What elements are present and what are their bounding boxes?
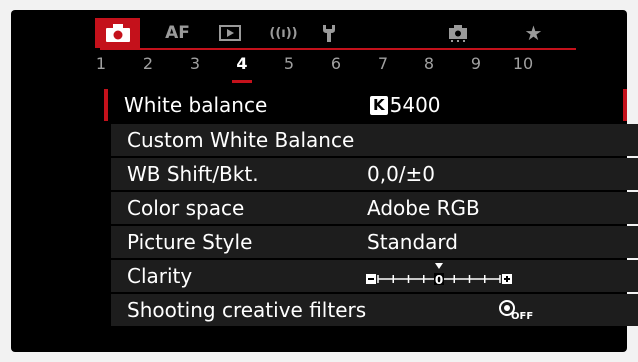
wireless-icon: ((ı)) <box>269 25 298 41</box>
menu-item-white-balance[interactable]: White balance K 5400 <box>104 89 627 121</box>
menu-item-value: Standard <box>367 230 458 254</box>
tab-playback[interactable] <box>207 18 252 48</box>
clarity-value-marker <box>435 263 443 269</box>
clarity-minus-glyph <box>368 278 374 280</box>
menu-item-label: Shooting creative filters <box>127 298 367 322</box>
page-number[interactable]: 1 <box>91 54 111 73</box>
creative-filter-off-icon: OFF <box>499 300 533 321</box>
menu-item-label: WB Shift/Bkt. <box>127 162 259 186</box>
tab-wireless[interactable]: ((ı)) <box>261 18 306 48</box>
menu-item-wb-shift[interactable]: WB Shift/Bkt. 0,0/±0 <box>104 158 638 190</box>
tab-my-menu[interactable]: ★ <box>511 18 556 48</box>
tab-setup[interactable] <box>306 18 351 48</box>
clarity-scale: 0 <box>366 263 512 287</box>
page-number[interactable]: 5 <box>279 54 299 73</box>
page-number[interactable]: 9 <box>466 54 486 73</box>
menu-item-value: Adobe RGB <box>367 196 480 220</box>
kelvin-badge: K <box>370 96 388 115</box>
menu-item-label: Custom White Balance <box>127 128 355 152</box>
menu-item-picture-style[interactable]: Picture Style Standard <box>104 226 638 258</box>
menu-item-label: Color space <box>127 196 245 220</box>
tab-custom-functions[interactable] <box>435 18 480 48</box>
menu-item-value: 0,0/±0 <box>367 162 436 186</box>
page-number[interactable]: 6 <box>326 54 346 73</box>
menu-item-label: Clarity <box>127 264 193 288</box>
menu-item-custom-white-balance[interactable]: Custom White Balance <box>104 124 638 156</box>
tab-underline <box>100 48 576 50</box>
star-icon: ★ <box>524 21 543 45</box>
tab-af[interactable]: AF <box>155 18 200 48</box>
page-number[interactable]: 3 <box>185 54 205 73</box>
clarity-plus-glyph-v <box>506 276 508 282</box>
clarity-center-label: 0 <box>435 273 443 287</box>
menu-item-shooting-creative-filters[interactable]: Shooting creative filters OFF <box>104 294 638 326</box>
menu-item-value: K 5400 <box>370 92 441 118</box>
menu-item-clarity[interactable]: Clarity 0 <box>104 260 638 292</box>
menu-item-label: Picture Style <box>127 230 253 254</box>
page-number[interactable]: 8 <box>419 54 439 73</box>
page-number[interactable]: 7 <box>373 54 393 73</box>
page-number[interactable]: 10 <box>511 54 535 73</box>
menu-item-label: White balance <box>124 93 268 117</box>
page-number-active[interactable]: 4 <box>232 54 252 73</box>
active-page-underline <box>232 80 252 83</box>
page-number[interactable]: 2 <box>138 54 158 73</box>
camera-menu-screen: AF ((ı)) ★ 1 2 3 4 5 6 7 8 9 10 White ba… <box>11 10 638 352</box>
custom-function-icon <box>448 25 467 42</box>
wrench-icon <box>322 25 335 42</box>
svg-text:OFF: OFF <box>511 311 533 321</box>
tab-shooting[interactable] <box>95 18 140 48</box>
camera-icon <box>105 24 130 42</box>
playback-icon <box>218 25 241 41</box>
menu-item-color-space[interactable]: Color space Adobe RGB <box>104 192 638 224</box>
